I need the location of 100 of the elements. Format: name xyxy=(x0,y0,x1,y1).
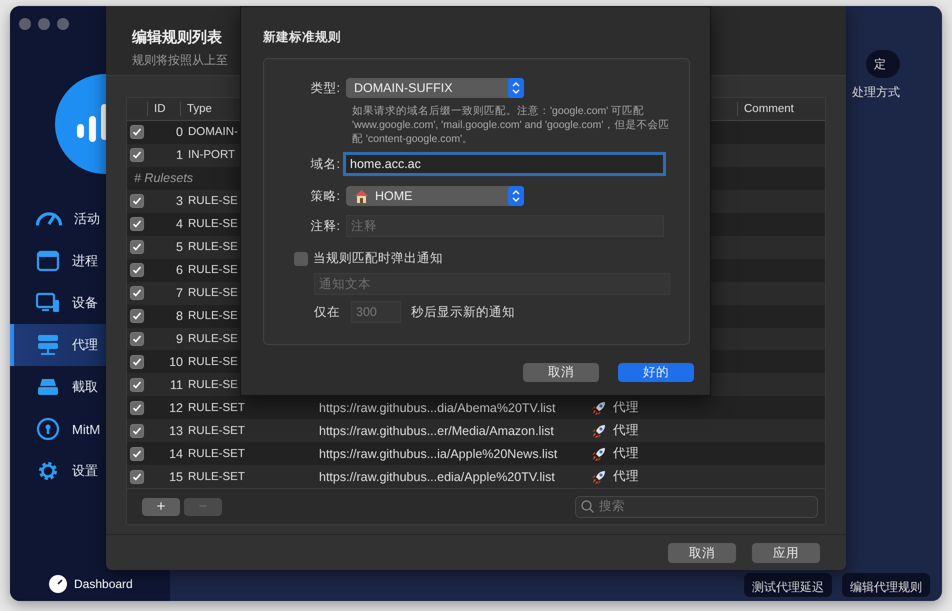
type-cell-text: RULE-SE xyxy=(187,241,239,254)
id-cell-text: 4 xyxy=(175,217,183,232)
stepper-icon[interactable] xyxy=(508,78,524,98)
group-label: # Rulesets xyxy=(133,171,194,186)
policy-cell: 代理 xyxy=(613,445,639,462)
search-icon xyxy=(581,500,594,514)
policy-cell: 代理 xyxy=(613,399,639,416)
type-popup[interactable]: DOMAIN-SUFFIX xyxy=(346,78,524,98)
id-cell-text: 5 xyxy=(175,240,183,254)
checkmark-icon xyxy=(132,448,142,459)
stopwatch-icon xyxy=(48,574,68,594)
id-cell-text: 13 xyxy=(168,424,183,438)
mode-hint: 处理方式 xyxy=(852,84,900,101)
checkbox[interactable] xyxy=(130,125,144,140)
checkmark-icon xyxy=(132,334,142,344)
checkmark-icon xyxy=(132,472,142,482)
id-cell-text: 6 xyxy=(175,263,183,278)
dashboard-button[interactable]: Dashboard xyxy=(10,574,170,594)
checkbox[interactable] xyxy=(130,309,144,324)
add-button[interactable]: + xyxy=(142,498,180,516)
notify-checkbox[interactable] xyxy=(294,252,308,266)
sheet-subtitle: 规则将按照从上至 xyxy=(132,52,228,69)
id-cell-text: 11 xyxy=(169,378,183,392)
type-cell-text: RULE-SE xyxy=(187,333,239,345)
keyhole-icon xyxy=(36,417,60,441)
delay-prefix: 仅在 xyxy=(314,304,341,320)
column-header[interactable]: Comment xyxy=(737,102,825,116)
checkbox[interactable] xyxy=(130,332,144,346)
id-cell-text: 8 xyxy=(175,309,183,324)
dialog-title: 新建标准规则 xyxy=(263,29,342,46)
checkmark-icon xyxy=(132,265,142,276)
url-cell-text: https://raw.githubus...edia/Apple%20TV.list xyxy=(318,470,556,484)
checkmark-icon xyxy=(132,311,142,322)
id-cell-text: 3 xyxy=(175,194,183,208)
checkmark-icon xyxy=(132,219,142,230)
checkmark-icon xyxy=(132,288,142,298)
minimize-button[interactable] xyxy=(38,18,50,30)
action-button[interactable]: 测试代理延迟 xyxy=(744,573,832,597)
type-description: 如果请求的域名后缀一致则匹配。注意：'google.com' 可匹配 'www.google.com', 'mail.google.com' and 'google.com'，但是不会匹配 'content-google.com'。 xyxy=(352,104,670,146)
checkbox[interactable] xyxy=(130,194,144,208)
policy-popup[interactable]: HOME xyxy=(346,186,524,206)
notify-label: 当规则匹配时弹出通知 xyxy=(313,250,443,267)
rocket-icon xyxy=(591,446,607,462)
policy-cell: 代理 xyxy=(613,468,639,486)
type-cell-text: RULE-SE xyxy=(187,195,239,208)
type-cell-text: RULE-SE xyxy=(187,378,239,391)
type-cell-text: RULE-SE xyxy=(187,218,239,230)
dialog-button[interactable]: 好的 xyxy=(618,363,694,382)
url-cell-text: https://raw.githubus...dia/Abema%20TV.list xyxy=(318,400,556,415)
checkbox[interactable] xyxy=(130,424,144,438)
type-cell-text: RULE-SET xyxy=(187,424,246,437)
type-cell-text: RULE-SE xyxy=(187,356,239,368)
checkmark-icon xyxy=(132,426,142,436)
checkbox[interactable] xyxy=(130,470,144,484)
type-cell-text: DOMAIN- xyxy=(187,126,239,138)
comment-field[interactable]: 注释 xyxy=(346,215,664,237)
house-icon xyxy=(354,189,369,203)
type-cell-text: RULE-SE xyxy=(187,264,239,276)
checkmark-icon xyxy=(132,402,142,413)
checkbox[interactable] xyxy=(130,263,144,278)
action-button[interactable]: 编辑代理规则 xyxy=(842,573,930,597)
gauge-icon xyxy=(36,210,62,228)
rocket-icon xyxy=(591,468,607,485)
type-cell-text: RULE-SET xyxy=(187,402,246,414)
mode-button[interactable]: 定 xyxy=(866,50,900,78)
field-label: 类型: xyxy=(310,80,341,96)
type-cell-text: IN-PORT xyxy=(187,149,236,162)
type-cell-text: RULE-SET xyxy=(187,470,246,483)
checkmark-icon xyxy=(132,380,142,390)
id-cell-text: 7 xyxy=(175,286,183,300)
checkbox[interactable] xyxy=(130,354,144,369)
checkmark-icon xyxy=(132,196,142,206)
checkbox[interactable] xyxy=(130,240,144,254)
policy-cell: 代理 xyxy=(613,422,639,440)
domain-field[interactable]: home.acc.ac xyxy=(343,152,666,176)
url-cell-text: https://raw.githubus...ia/Apple%20News.list xyxy=(318,446,558,461)
id-cell-text: 1 xyxy=(175,148,183,162)
type-cell-text: RULE-SE xyxy=(187,310,239,322)
close-button[interactable] xyxy=(19,18,31,30)
window-icon xyxy=(36,249,60,273)
column-header[interactable]: ID xyxy=(147,102,180,116)
sheet-button[interactable]: 应用 xyxy=(752,543,820,563)
id-cell-text: 10 xyxy=(168,354,183,369)
dialog-button[interactable]: 取消 xyxy=(523,363,599,382)
id-cell-text: 14 xyxy=(168,446,183,461)
checkbox[interactable] xyxy=(130,378,144,392)
checkbox[interactable] xyxy=(130,400,144,415)
checkmark-icon xyxy=(132,242,142,252)
stepper-icon[interactable] xyxy=(508,186,524,206)
type-cell-text: RULE-SET xyxy=(187,448,246,460)
checkbox[interactable] xyxy=(130,148,144,162)
id-cell-text: 9 xyxy=(175,332,183,346)
field-label: 域名: xyxy=(310,156,341,172)
sheet-title: 编辑规则列表 xyxy=(132,28,222,47)
checkbox[interactable] xyxy=(130,217,144,232)
checkbox[interactable] xyxy=(130,286,144,300)
id-cell-text: 15 xyxy=(168,470,183,484)
zoom-button[interactable] xyxy=(57,18,69,30)
sheet-button[interactable]: 取消 xyxy=(668,543,736,563)
checkbox[interactable] xyxy=(130,446,144,461)
